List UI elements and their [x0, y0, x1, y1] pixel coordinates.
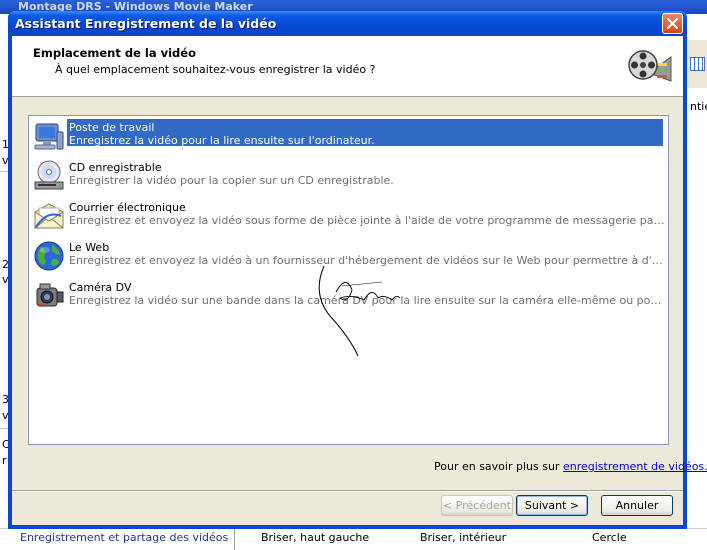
background-right-text: ntie: [690, 100, 707, 113]
close-icon: [667, 18, 678, 29]
learn-more-link[interactable]: enregistrement de vidéos.: [563, 460, 707, 473]
option-my-computer[interactable]: Poste de travail Enregistrez la vidéo po…: [31, 118, 667, 154]
footer-divider-highlight: [12, 491, 683, 492]
email-icon: [34, 203, 64, 229]
dv-camera-icon: [36, 283, 64, 307]
close-button[interactable]: [662, 13, 683, 34]
sharing-task-link[interactable]: Enregistrement et partage des vidéos: [20, 531, 228, 545]
next-button[interactable]: Suivant >: [516, 495, 588, 516]
option-recordable-cd[interactable]: CD enregistrable Enregistrer la vidéo po…: [31, 158, 667, 194]
wizard-step-title: Emplacement de la vidéo: [33, 46, 196, 60]
wizard-step-subtitle: À quel emplacement souhaitez-vous enregi…: [55, 63, 376, 76]
learn-more-prefix: Pour en savoir plus sur: [434, 460, 563, 473]
transition-item[interactable]: Cercle: [592, 531, 627, 545]
option-title: Courrier électronique: [69, 201, 186, 214]
option-email[interactable]: Courrier électronique Enregistrez et env…: [31, 198, 667, 234]
background-bottom-divider: [234, 529, 235, 550]
background-bottom-bar: Enregistrement et partage des vidéos Bri…: [0, 528, 707, 550]
previous-button[interactable]: < Précédent: [441, 495, 513, 516]
save-video-wizard-dialog: Assistant Enregistrement de la vidéo Emp…: [8, 11, 707, 529]
transition-item[interactable]: Briser, intérieur: [420, 531, 506, 545]
dialog-titlebar[interactable]: Assistant Enregistrement de la vidéo: [8, 11, 687, 36]
background-left-label: r: [2, 454, 7, 467]
option-title: Le Web: [69, 241, 110, 254]
option-title: Caméra DV: [69, 281, 132, 294]
option-description: Enregistrer la vidéo pour la copier sur …: [69, 174, 394, 187]
film-reel-icon: [628, 50, 672, 82]
transition-item[interactable]: Briser, haut gauche: [261, 531, 369, 545]
option-description: Enregistrez la vidéo pour la lire ensuit…: [69, 134, 375, 147]
option-description: Enregistrez et envoyez la vidéo sous for…: [69, 214, 665, 227]
dialog-body: Emplacement de la vidéo À quel emplaceme…: [12, 36, 707, 525]
dialog-title: Assistant Enregistrement de la vidéo: [15, 16, 277, 31]
option-title: CD enregistrable: [69, 161, 162, 174]
handwritten-signature-watermark: [318, 265, 401, 357]
grid-view-icon[interactable]: [690, 57, 705, 71]
wizard-header: Emplacement de la vidéo À quel emplaceme…: [12, 36, 683, 97]
cd-drive-icon: [34, 160, 64, 190]
globe-icon: [34, 241, 64, 271]
option-title: Poste de travail: [69, 121, 155, 134]
background-right-pane: [686, 14, 707, 529]
learn-more-text: Pour en savoir plus sur enregistrement d…: [434, 460, 707, 473]
cancel-button[interactable]: Annuler: [601, 495, 673, 516]
computer-icon: [34, 123, 64, 150]
